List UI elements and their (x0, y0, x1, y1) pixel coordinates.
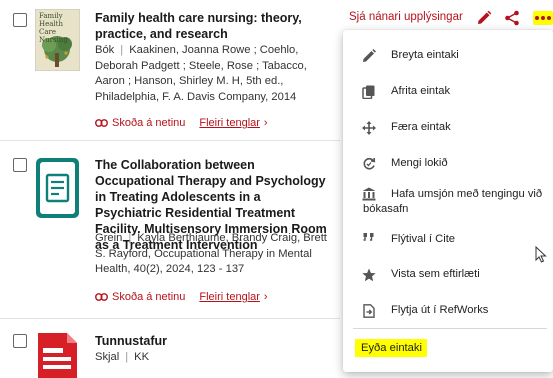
menu-item-label: Færa eintak (391, 121, 451, 133)
more-links[interactable]: Fleiri tenglar › (199, 117, 267, 129)
separator: | (120, 44, 124, 56)
menu-item-label: Vista sem eftirlæti (391, 268, 480, 280)
menu-item-move[interactable]: Færa eintak (343, 120, 553, 140)
record-title[interactable]: Family health care nursing: theory, prac… (95, 10, 310, 42)
menu-item-library-link[interactable]: Hafa umsjón með tengingu við bókasafn (343, 187, 553, 219)
record-type: Bók (95, 44, 115, 56)
article-icon (35, 157, 80, 219)
menu-divider (353, 328, 547, 329)
menu-item-delete-label: Eyða eintaki (361, 342, 422, 354)
copy-icon (361, 84, 377, 100)
more-links-label: Fleiri tenglar (199, 291, 260, 303)
export-icon (361, 303, 377, 319)
book-cover[interactable]: Family Health Care Nursing (34, 8, 81, 72)
select-checkbox[interactable] (13, 334, 27, 348)
chevron-right-icon: › (263, 117, 268, 129)
record-meta: Grein | Kayla Berthiaume, Brandy Craig, Br… (95, 231, 335, 278)
details-link[interactable]: Sjá nánari upplýsingar (349, 11, 463, 23)
menu-item-set-done[interactable]: Mengi lokið (343, 156, 553, 176)
menu-item-cite[interactable]: Flýtival í Cite (343, 232, 553, 252)
menu-item-label: Mengi lokið (391, 157, 448, 169)
view-online-link[interactable]: Skoða á netinu (95, 117, 185, 129)
share-icon[interactable] (503, 9, 521, 27)
star-icon (361, 267, 377, 283)
record-divider (0, 140, 340, 141)
record-title[interactable]: Tunnustafur (95, 333, 295, 349)
more-links[interactable]: Fleiri tenglar › (199, 291, 267, 303)
menu-item-refworks[interactable]: Flytja út í RefWorks (343, 303, 553, 323)
record-type: Skjal (95, 351, 120, 363)
select-checkbox[interactable] (13, 13, 27, 27)
book-cover-title: Family Health Care Nursing (39, 12, 68, 44)
separator: | (128, 232, 132, 244)
more-links-label: Fleiri tenglar (199, 117, 260, 129)
more-dots-icon[interactable] (534, 9, 552, 27)
record-meta: Bók | Kaakinen, Joanna Rowe ; Coehlo, Debo… (95, 43, 335, 105)
link-icon (95, 119, 108, 127)
link-icon (95, 293, 108, 301)
record-type: Grein (95, 232, 123, 244)
record-meta: Skjal | KK (95, 350, 295, 366)
menu-item-label: Hafa umsjón með tengingu við bókasafn (363, 188, 543, 215)
mouse-pointer-icon (535, 245, 547, 268)
record-links: Skoða á netinu Fleiri tenglar › (95, 291, 268, 303)
view-online-label: Skoða á netinu (112, 117, 186, 129)
pencil-icon (361, 48, 377, 64)
quote-icon (361, 230, 377, 246)
menu-item-favorite[interactable]: Vista sem eftirlæti (343, 267, 553, 287)
menu-item-label: Afrita eintak (391, 85, 451, 97)
move-icon (361, 120, 377, 136)
actions-menu: Breyta eintaki Afrita eintak Færa eintak… (343, 30, 553, 372)
menu-item-copy[interactable]: Afrita eintak (343, 84, 553, 104)
record-authors: KK (134, 351, 150, 363)
edit-pencil-icon[interactable] (475, 9, 493, 27)
select-checkbox[interactable] (13, 158, 27, 172)
record-authors: Kaakinen, Joanna Rowe ; Coehlo, Deborah … (95, 44, 307, 103)
menu-item-delete[interactable]: Eyða eintaki (343, 341, 553, 359)
view-online-link[interactable]: Skoða á netinu (95, 291, 185, 303)
menu-item-label: Flýtival í Cite (391, 233, 456, 245)
record-divider (0, 318, 340, 319)
menu-item-label: Flytja út í RefWorks (391, 304, 489, 316)
separator: | (125, 351, 129, 363)
menu-item-label: Breyta eintaki (391, 49, 459, 61)
chevron-right-icon: › (263, 291, 268, 303)
view-online-label: Skoða á netinu (112, 291, 186, 303)
record-links: Skoða á netinu Fleiri tenglar › (95, 117, 268, 129)
refresh-icon (361, 156, 377, 172)
menu-item-edit[interactable]: Breyta eintaki (343, 48, 553, 68)
document-icon (35, 332, 80, 378)
